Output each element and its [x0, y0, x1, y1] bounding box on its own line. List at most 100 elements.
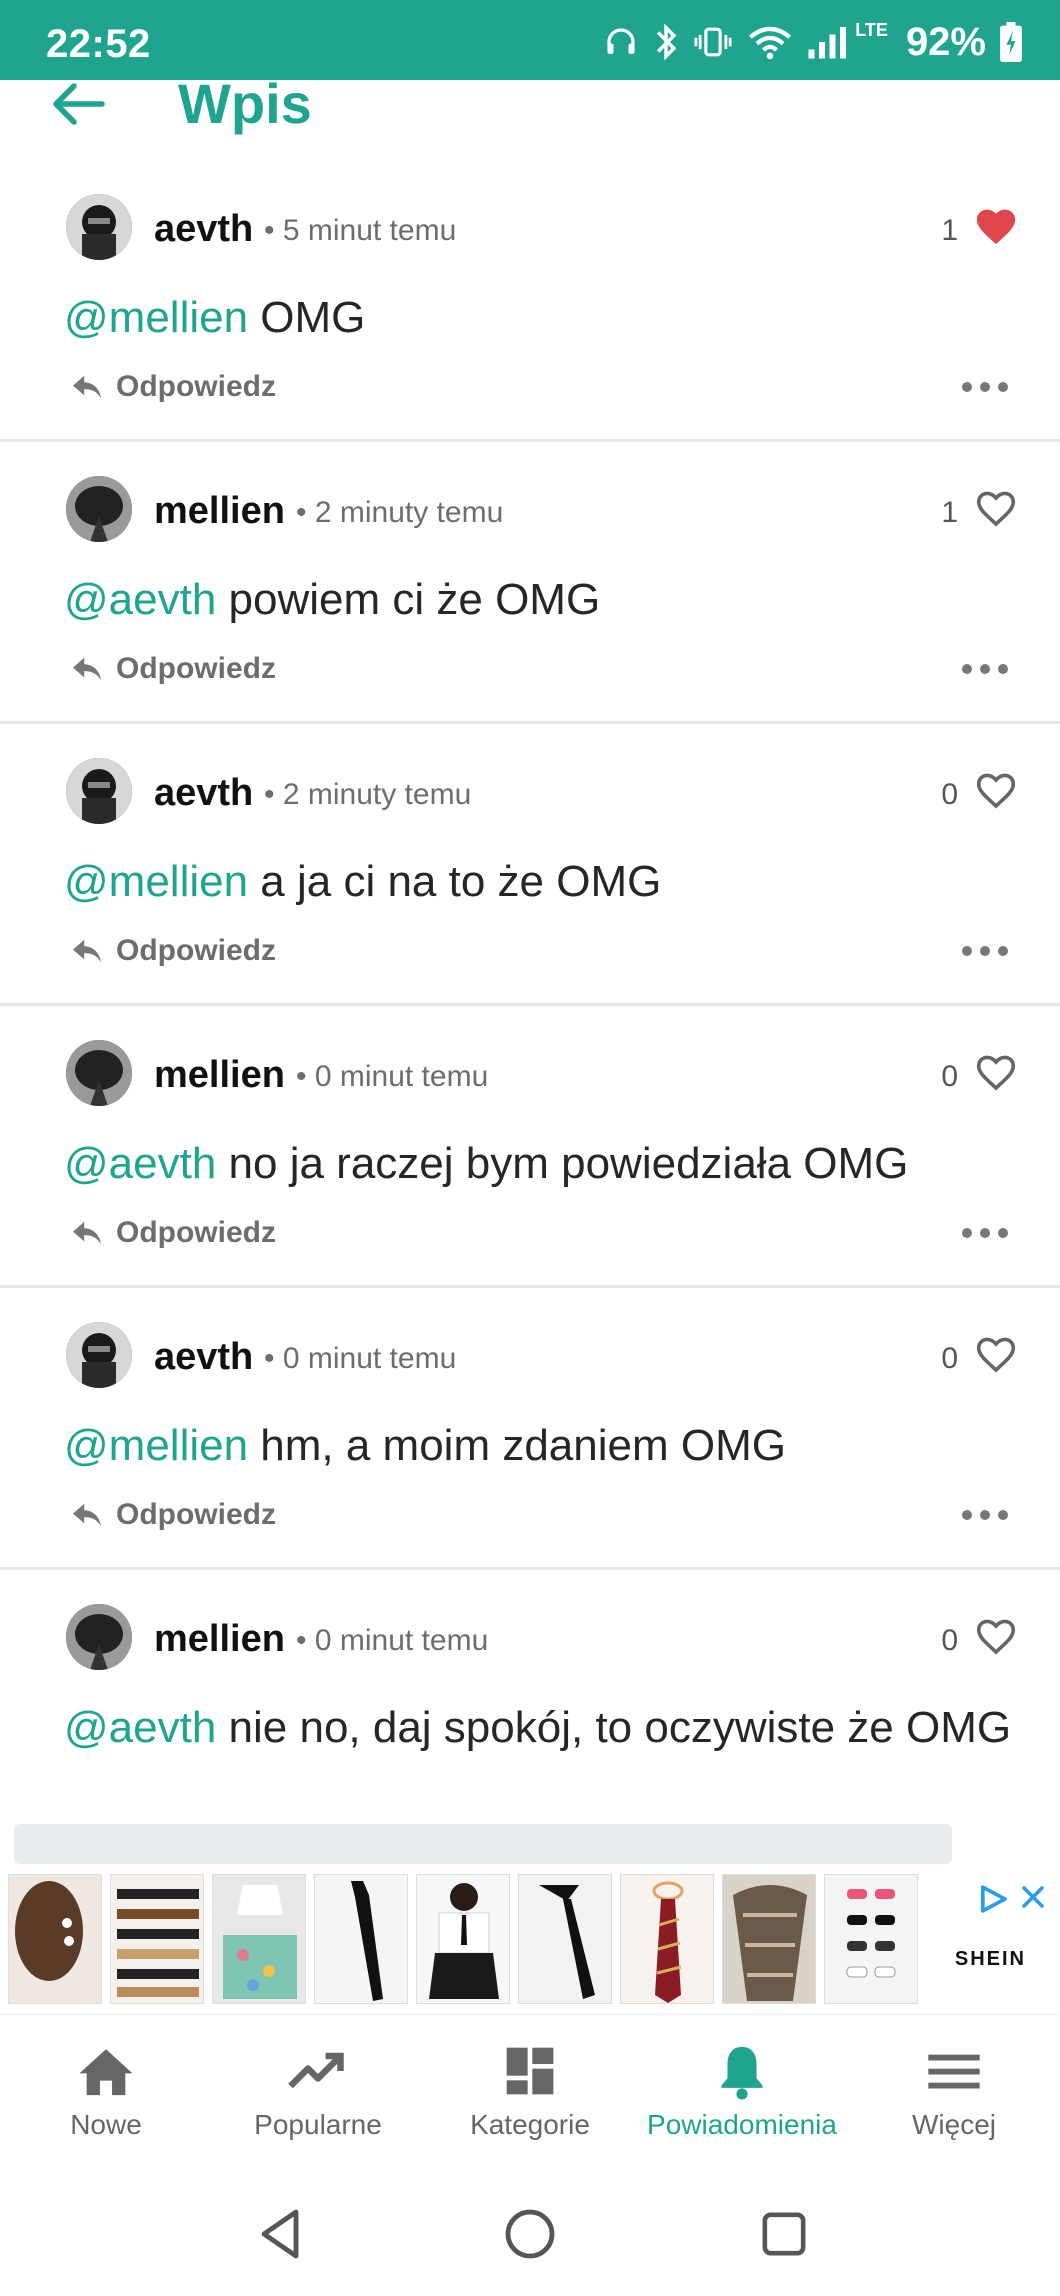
- reply-button[interactable]: Odpowiedz: [70, 652, 276, 686]
- ad-product-image[interactable]: [518, 1874, 612, 2004]
- system-back-button[interactable]: [250, 2204, 310, 2264]
- heart-outline-icon[interactable]: [974, 1334, 1018, 1374]
- comment-time: • 0 minut temu: [264, 1342, 457, 1375]
- comment-username[interactable]: mellien: [154, 1618, 285, 1661]
- comment-text: @mellien hm, a moim zdaniem OMG: [64, 1421, 786, 1470]
- reply-icon: [73, 1221, 101, 1245]
- ad-product-image[interactable]: [722, 1874, 816, 2004]
- comment-time: • 2 minuty temu: [296, 496, 504, 529]
- avatar[interactable]: [66, 1604, 132, 1670]
- more-options-button[interactable]: [962, 664, 1008, 676]
- close-icon[interactable]: [1018, 1882, 1048, 1912]
- heart-outline-icon[interactable]: [974, 770, 1018, 810]
- ad-product-image[interactable]: [416, 1874, 510, 2004]
- reply-icon: [73, 375, 101, 399]
- more-options-button[interactable]: [962, 382, 1008, 394]
- page-title: Wpis: [178, 72, 312, 135]
- reply-icon: [73, 657, 101, 681]
- comment-username[interactable]: aevth: [154, 772, 253, 815]
- comment-text: @aevth no ja raczej bym powiedziała OMG: [64, 1139, 909, 1188]
- comment-username[interactable]: mellien: [154, 1054, 285, 1097]
- more-options-button[interactable]: [962, 1510, 1008, 1522]
- avatar[interactable]: [66, 194, 132, 260]
- menu-icon: [928, 2054, 980, 2089]
- more-options-button[interactable]: [962, 1228, 1008, 1240]
- mention-link[interactable]: @aevth: [64, 575, 216, 624]
- like-count: 0: [941, 1342, 958, 1375]
- reply-icon: [73, 939, 101, 963]
- comment-username[interactable]: aevth: [154, 1336, 253, 1379]
- bell-icon: [721, 2046, 763, 2100]
- reply-button[interactable]: Odpowiedz: [70, 1216, 276, 1250]
- heart-filled-icon[interactable]: [974, 206, 1018, 246]
- ad-product-image[interactable]: [110, 1874, 204, 2004]
- comment-item: mellien • 2 minuty temu 1 @aevth powiem …: [0, 442, 1060, 724]
- signal-icon: [808, 27, 847, 59]
- status-time: 22:52: [46, 22, 151, 66]
- nav-item-wiecej[interactable]: Więcej: [848, 2015, 1060, 2165]
- ad-brand-logo[interactable]: SHEIN: [955, 1948, 1026, 1971]
- reply-button[interactable]: Odpowiedz: [70, 1498, 276, 1532]
- comment-time: • 0 minut temu: [296, 1624, 489, 1657]
- trending-icon: [288, 2052, 344, 2089]
- headset-icon: [607, 28, 635, 54]
- app-header: Wpis: [0, 72, 1060, 170]
- ad-product-image[interactable]: [8, 1874, 102, 2004]
- comment-text: @mellien a ja ci na to że OMG: [64, 857, 662, 906]
- mention-link[interactable]: @mellien: [64, 1421, 248, 1470]
- heart-outline-icon[interactable]: [974, 488, 1018, 528]
- mention-link[interactable]: @aevth: [64, 1139, 216, 1188]
- avatar[interactable]: [66, 476, 132, 542]
- ad-product-image[interactable]: [212, 1874, 306, 2004]
- heart-outline-icon[interactable]: [974, 1616, 1018, 1656]
- avatar[interactable]: [66, 1040, 132, 1106]
- mention-link[interactable]: @mellien: [64, 293, 248, 342]
- avatar[interactable]: [66, 758, 132, 824]
- like-count: 1: [941, 496, 958, 529]
- more-options-button[interactable]: [962, 946, 1008, 958]
- system-navigation-bar: [0, 2164, 1060, 2296]
- comment-item: aevth • 5 minut temu 1 @mellien OMG Odpo…: [0, 170, 1060, 442]
- ad-product-image[interactable]: [824, 1874, 918, 2004]
- battery-percent: 92%: [905, 19, 986, 64]
- nav-item-kategorie[interactable]: Kategorie: [424, 2015, 636, 2165]
- status-bar: 22:52 LTE 92%: [0, 0, 1060, 80]
- nav-item-nowe[interactable]: Nowe: [0, 2015, 212, 2165]
- comment-item: aevth • 2 minuty temu 0 @mellien a ja ci…: [0, 724, 1060, 1006]
- arrow-left-icon: [53, 83, 105, 125]
- comment-text: @mellien OMG: [64, 293, 366, 342]
- network-type: LTE: [855, 19, 888, 40]
- nav-item-powiadomienia[interactable]: Powiadomienia: [636, 2015, 848, 2165]
- comment-username[interactable]: aevth: [154, 208, 253, 251]
- like-count: 0: [941, 1624, 958, 1657]
- circle-home-icon: [505, 2209, 555, 2259]
- comment-text: @aevth nie no, daj spokój, to oczywiste …: [64, 1703, 1012, 1752]
- dashboard-icon: [506, 2047, 554, 2095]
- reply-button[interactable]: Odpowiedz: [70, 370, 276, 404]
- comment-item: mellien • 0 minut temu 0 @aevth no ja ra…: [0, 1006, 1060, 1288]
- reply-button[interactable]: Odpowiedz: [70, 934, 276, 968]
- comment-time: • 0 minut temu: [296, 1060, 489, 1093]
- avatar[interactable]: [66, 1322, 132, 1388]
- system-home-button[interactable]: [500, 2204, 560, 2264]
- like-count: 0: [941, 1060, 958, 1093]
- comment-time: • 5 minut temu: [264, 214, 457, 247]
- back-button[interactable]: [52, 80, 112, 128]
- home-icon: [79, 2049, 133, 2096]
- heart-outline-icon[interactable]: [974, 1052, 1018, 1092]
- triangle-back-icon: [261, 2209, 299, 2259]
- bottom-navigation: Nowe Popularne Kategorie Powiadomienia W…: [0, 2014, 1060, 2164]
- status-icons: LTE 92%: [603, 20, 1022, 64]
- nav-item-popularne[interactable]: Popularne: [212, 2015, 424, 2165]
- system-recents-button[interactable]: [754, 2204, 814, 2264]
- ad-placeholder: [14, 1824, 952, 1864]
- ad-product-image[interactable]: [620, 1874, 714, 2004]
- ad-banner[interactable]: SHEIN: [0, 1864, 1060, 2014]
- mention-link[interactable]: @mellien: [64, 857, 248, 906]
- mention-link[interactable]: @aevth: [64, 1703, 216, 1752]
- comment-username[interactable]: mellien: [154, 490, 285, 533]
- ad-choices-icon[interactable]: [976, 1882, 1010, 1916]
- comment-item: aevth • 0 minut temu 0 @mellien hm, a mo…: [0, 1288, 1060, 1570]
- ad-product-image[interactable]: [314, 1874, 408, 2004]
- comment-time: • 2 minuty temu: [264, 778, 472, 811]
